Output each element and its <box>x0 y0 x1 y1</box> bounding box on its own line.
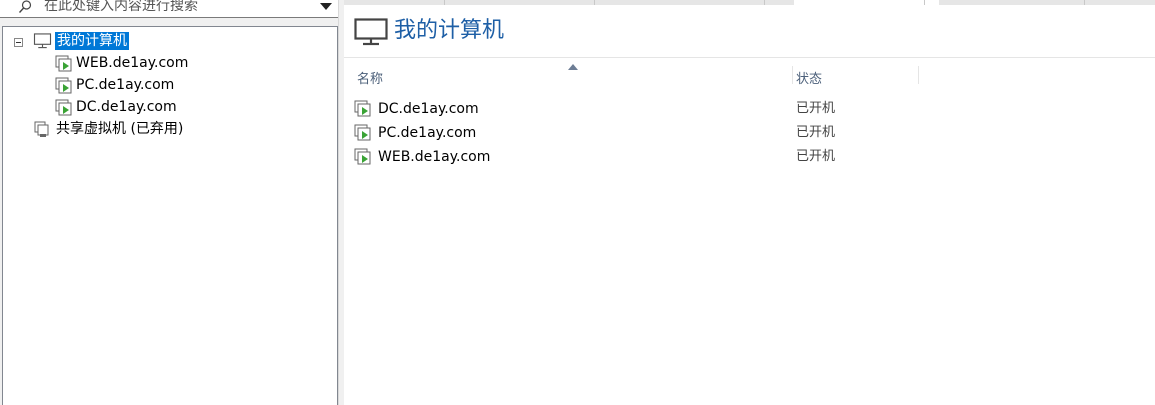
vm-running-icon <box>354 124 371 141</box>
vm-running-icon <box>55 99 72 115</box>
header-divider <box>344 57 1155 58</box>
list-item[interactable]: DC.de1ay.com 已开机 <box>354 98 1144 120</box>
pane-splitter[interactable] <box>338 0 344 405</box>
library-tree[interactable]: 我的计算机 WEB.de1ay.com PC.de1ay.com DC.de1a… <box>2 26 338 405</box>
search-box[interactable] <box>0 0 340 18</box>
list-item-name: DC.de1ay.com <box>378 101 479 117</box>
column-header-status[interactable]: 状态 <box>796 66 822 92</box>
shared-vm-icon <box>34 121 49 137</box>
list-item-status: 已开机 <box>796 101 836 116</box>
tab-separator <box>1084 0 1085 5</box>
column-header-name[interactable]: 名称 <box>357 66 383 92</box>
vm-running-icon <box>55 55 72 71</box>
search-icon <box>18 0 32 13</box>
tree-item-label: 我的计算机 <box>55 32 129 50</box>
tree-collapse-icon[interactable] <box>14 38 23 47</box>
list-item[interactable]: PC.de1ay.com 已开机 <box>354 122 1144 144</box>
list-column-header: 名称 状态 <box>344 64 1155 92</box>
list-item-name: PC.de1ay.com <box>378 125 477 141</box>
column-separator[interactable] <box>792 66 793 84</box>
monitor-icon <box>33 33 52 49</box>
tab-separator <box>924 0 925 5</box>
monitor-icon <box>354 18 388 46</box>
tree-item-label: PC.de1ay.com <box>76 77 175 93</box>
search-input[interactable] <box>44 0 314 16</box>
tree-item-vm[interactable]: PC.de1ay.com <box>55 75 174 95</box>
tree-item-label: DC.de1ay.com <box>76 99 177 115</box>
chevron-down-icon[interactable] <box>320 3 332 11</box>
column-separator[interactable] <box>918 66 919 84</box>
tree-item-shared-vms[interactable]: 共享虚拟机 (已弃用) <box>33 119 183 139</box>
vm-running-icon <box>55 77 72 93</box>
list-item-status: 已开机 <box>796 125 836 140</box>
list-item[interactable]: WEB.de1ay.com 已开机 <box>354 146 1144 168</box>
tree-item-label: WEB.de1ay.com <box>76 55 189 71</box>
list-item-status: 已开机 <box>796 149 836 164</box>
tree-item-vm[interactable]: DC.de1ay.com <box>55 97 177 117</box>
tree-item-vm[interactable]: WEB.de1ay.com <box>55 53 188 73</box>
tab-separator <box>444 0 445 5</box>
tab-separator <box>764 0 765 5</box>
vm-running-icon <box>354 100 371 117</box>
list-item-name: WEB.de1ay.com <box>378 149 491 165</box>
tab-active[interactable] <box>794 0 939 5</box>
sort-ascending-icon <box>568 64 578 70</box>
page-title: 我的计算机 <box>394 18 505 43</box>
vm-running-icon <box>354 148 371 165</box>
navigation-pane: 我的计算机 WEB.de1ay.com PC.de1ay.com <box>0 0 344 405</box>
tab-separator <box>594 0 595 5</box>
tree-item-label: 共享虚拟机 (已弃用) <box>56 121 184 137</box>
tab-strip <box>344 0 1155 5</box>
tree-item-my-computer[interactable]: 我的计算机 <box>33 31 129 51</box>
